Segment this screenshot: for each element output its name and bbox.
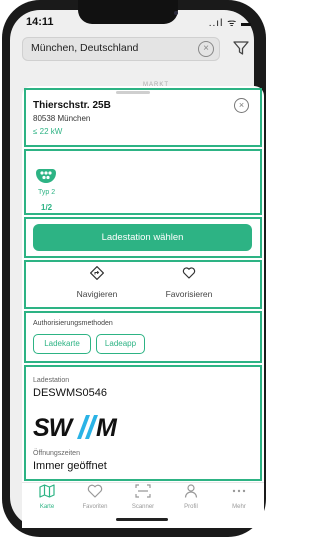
more-icon: [232, 489, 246, 493]
tab-label-profil: Profil: [184, 504, 198, 510]
hours-label: Öffnungszeiten: [33, 450, 80, 457]
station-city: 80538 München: [33, 114, 91, 123]
station-power: ≤ 22 kW: [33, 127, 63, 136]
tab-profil[interactable]: Profil: [171, 484, 211, 510]
connector-section-outline[interactable]: [24, 149, 262, 215]
navigate-icon: [89, 265, 105, 281]
connector-availability: 1/2: [41, 203, 53, 212]
type2-plug-icon: [35, 169, 57, 183]
profile-icon: [184, 484, 198, 498]
status-icons: ..ıl ᯤ ▬: [208, 18, 252, 29]
swm-logo: SW M: [33, 414, 118, 440]
navigate-label: Navigieren: [76, 289, 118, 299]
search-bar[interactable]: München, Deutschland ×: [22, 37, 220, 61]
map-icon: [39, 484, 55, 498]
tab-mehr[interactable]: Mehr: [219, 484, 259, 510]
station-id-label: Ladestation: [33, 377, 70, 384]
search-input[interactable]: München, Deutschland: [31, 42, 138, 54]
notch: [78, 0, 178, 24]
filter-icon[interactable]: [233, 40, 249, 56]
clear-search-icon[interactable]: ×: [198, 41, 214, 57]
tab-scanner[interactable]: Scanner: [123, 484, 163, 510]
close-icon[interactable]: ×: [234, 98, 249, 113]
station-id-value: DESWMS0546: [33, 387, 107, 399]
tab-favoriten[interactable]: Favoriten: [75, 484, 115, 510]
hours-value: Immer geöffnet: [33, 460, 107, 472]
select-station-button[interactable]: Ladestation wählen: [33, 224, 252, 251]
auth-chip-ladekarte[interactable]: Ladekarte: [33, 334, 91, 354]
connector-type: Typ 2: [38, 189, 56, 196]
svg-text:SW: SW: [33, 414, 75, 440]
scanner-icon: [135, 484, 151, 498]
favorite-label: Favorisieren: [165, 289, 213, 299]
navigate-button[interactable]: Navigieren: [52, 265, 142, 299]
station-title: Thierschstr. 25B: [33, 100, 111, 111]
tab-karte[interactable]: Karte: [27, 484, 67, 510]
camera-dot: [174, 11, 178, 15]
home-indicator[interactable]: [116, 518, 168, 521]
heart-icon: [87, 484, 103, 498]
tab-label-karte: Karte: [39, 504, 55, 510]
tab-label-scanner: Scanner: [131, 504, 155, 510]
tab-label-mehr: Mehr: [232, 504, 246, 510]
favorite-button[interactable]: Favorisieren: [144, 266, 234, 299]
heart-icon: [182, 267, 196, 279]
status-time: 14:11: [26, 16, 54, 28]
auth-chip-ladeapp[interactable]: Ladeapp: [96, 334, 145, 354]
svg-text:M: M: [96, 414, 118, 440]
tab-label-favoriten: Favoriten: [82, 504, 108, 510]
auth-methods-title: Authorisierungsmethoden: [33, 320, 113, 327]
sheet-drag-handle[interactable]: [116, 91, 150, 94]
